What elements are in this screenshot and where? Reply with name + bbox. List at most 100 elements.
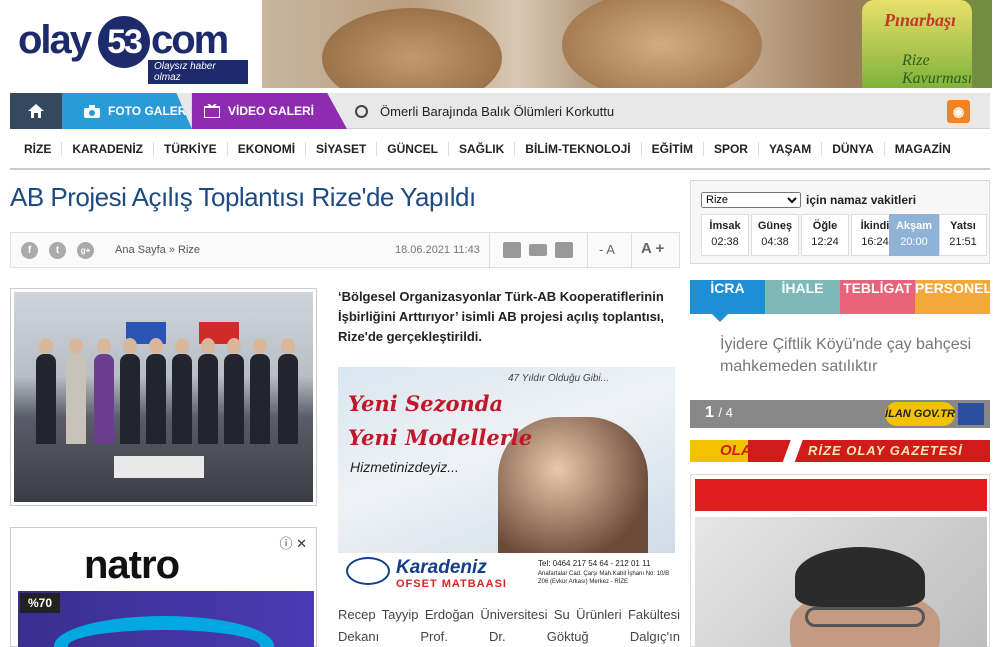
photo-gallery-tab[interactable]: FOTO GALERİ: [62, 93, 192, 129]
category-ekonomi[interactable]: EKONOMİ: [228, 142, 307, 156]
announcement-pager: 1 / 4 İLAN GOV.TR: [690, 400, 990, 428]
banner-brand: Pınarbaşı: [884, 10, 957, 30]
ad-line1: Yeni Sezonda: [348, 391, 504, 416]
news-ticker[interactable]: Ömerli Barajında Balık Ölümleri Korkuttu: [355, 93, 614, 129]
news-box-header: [695, 479, 987, 511]
category-spor[interactable]: SPOR: [704, 142, 759, 156]
breadcrumb: Ana Sayfa » Rize: [115, 244, 200, 256]
video-gallery-tab[interactable]: VİDEO GALERİ: [191, 93, 347, 129]
prayer-time-imsak: İmsak 02:38: [701, 214, 749, 256]
article-date: 18.06.2021 11:43: [395, 244, 480, 256]
tab-tebligat[interactable]: TEBLİGAT: [840, 280, 915, 314]
ad-years: 47 Yıldır Olduğu Gibi...: [508, 373, 609, 384]
font-decrease-button[interactable]: - A: [599, 242, 615, 257]
logo-text-53: 53: [98, 16, 150, 68]
home-icon: [28, 104, 44, 118]
prayer-times-widget: Rize için namaz vakitleri İmsak 02:38 Gün…: [690, 180, 990, 264]
category-yasam[interactable]: YAŞAM: [759, 142, 823, 156]
logo-slogan: Olaysız haber olmaz: [148, 60, 248, 84]
category-rize[interactable]: RİZE: [14, 142, 63, 156]
category-bilim-teknoloji[interactable]: BİLİM-TEKNOLOJİ: [515, 142, 642, 156]
ad-address: Anafartalar Cad. Çarşı Mah.Kabil İşhanı …: [538, 571, 670, 585]
video-gallery-label: VİDEO GALERİ: [228, 104, 315, 118]
ilan-gov-logo[interactable]: İLAN GOV.TR: [885, 402, 955, 426]
home-button[interactable]: [10, 93, 62, 129]
ad-company-sub: OFSET MATBAASI: [396, 578, 507, 590]
meeting-table: [114, 456, 204, 478]
pager-count: 1 / 4: [705, 404, 733, 421]
article-title: AB Projesi Açılış Toplantısı Rize'de Yap…: [10, 182, 476, 212]
prayer-time-gunes: Güneş 04:38: [751, 214, 799, 256]
gazette-icon: [958, 403, 984, 425]
karadeniz-ofset-ad[interactable]: 47 Yıldır Olduğu Gibi... Yeni Sezonda Ye…: [338, 367, 675, 593]
breadcrumb-section[interactable]: Rize: [178, 244, 200, 256]
category-saglik[interactable]: SAĞLIK: [449, 142, 516, 156]
top-nav-bar: FOTO GALERİ VİDEO GALERİ Ömerli Barajınd…: [10, 93, 990, 129]
ad-line2: Yeni Modellerle: [348, 425, 533, 450]
camera-icon: [84, 104, 100, 118]
announcement-tabs: İCRA İHALE TEBLİGAT PERSONEL A: [690, 280, 990, 314]
photo-gallery-label: FOTO GALERİ: [108, 104, 190, 118]
prayer-time-aksam: Akşam 20:00: [889, 214, 939, 256]
logo-text-com: com: [151, 18, 229, 62]
ad-line3: Hizmetinizdeyiz...: [350, 459, 459, 475]
font-increase-button[interactable]: A +: [641, 240, 664, 257]
olay-text: OLAY: [720, 442, 761, 459]
ad-phone: Tel: 0464 217 54 64 - 212 01 11: [538, 559, 651, 568]
mail-icon[interactable]: [529, 244, 547, 256]
tab-indicator: [712, 314, 728, 322]
prayer-time-ogle: Öğle 12:24: [801, 214, 849, 256]
category-guncel[interactable]: GÜNCEL: [377, 142, 449, 156]
rss-icon[interactable]: ◉: [947, 100, 970, 123]
site-logo[interactable]: olay 53 com Olaysız haber olmaz: [18, 14, 248, 84]
banner-product: Rize Kavurması: [902, 52, 973, 87]
article-meta-bar: f t g+ Ana Sayfa » Rize 18.06.2021 11:43…: [10, 232, 680, 269]
tv-icon: [204, 104, 220, 118]
divider: [631, 233, 632, 269]
ticker-headline[interactable]: Ömerli Barajında Balık Ölümleri Korkuttu: [380, 104, 614, 119]
print-icon[interactable]: [555, 242, 573, 258]
category-dunya[interactable]: DÜNYA: [822, 142, 885, 156]
page: olay 53 com Olaysız haber olmaz Pınarbaş…: [0, 0, 1005, 647]
facebook-icon[interactable]: f: [21, 242, 38, 259]
banner-bread-image: [322, 8, 502, 88]
tab-personel[interactable]: PERSONEL A: [915, 280, 990, 314]
announcement-text[interactable]: İyidere Çiftlik Köyü'nde çay bahçesi mah…: [720, 334, 980, 378]
ad-logo-icon: [346, 557, 390, 585]
article-photo-image: [14, 292, 313, 502]
breadcrumb-home[interactable]: Ana Sayfa: [115, 244, 166, 256]
olay-gazetesi-text: RİZE OLAY GAZETESİ: [808, 443, 963, 458]
sidebar-news-box[interactable]: [690, 474, 990, 647]
category-karadeniz[interactable]: KARADENİZ: [62, 142, 155, 156]
breadcrumb-separator: »: [168, 244, 175, 256]
category-magazin[interactable]: MAGAZİN: [885, 142, 961, 156]
logo-text-olay: olay: [18, 18, 92, 62]
article-photo[interactable]: [10, 288, 317, 506]
category-turkiye[interactable]: TÜRKİYE: [154, 142, 228, 156]
category-nav: RİZE KARADENİZ TÜRKİYE EKONOMİ SİYASET G…: [10, 130, 990, 170]
natro-logo: natro: [84, 543, 180, 587]
category-siyaset[interactable]: SİYASET: [306, 142, 378, 156]
tab-icra[interactable]: İCRA: [690, 280, 765, 314]
article-lead: ‘Bölgesel Organizasyonlar Türk-AB Kooper…: [338, 289, 665, 344]
twitter-icon[interactable]: t: [49, 242, 66, 259]
olay-gazetesi-banner[interactable]: OLAY RİZE OLAY GAZETESİ: [690, 440, 990, 462]
prayer-label: için namaz vakitleri: [806, 193, 917, 207]
natro-ad[interactable]: natro ⓘ ✕ %70: [10, 527, 317, 647]
category-egitim[interactable]: EĞİTİM: [642, 142, 704, 156]
ad-close-icon[interactable]: ⓘ ✕: [279, 533, 307, 552]
prayer-time-yatsi: Yatsı 21:51: [939, 214, 987, 256]
top-banner-ad[interactable]: Pınarbaşı Rize Kavurması: [262, 0, 992, 88]
comment-icon[interactable]: [503, 242, 521, 258]
banner-bread-image: [562, 0, 762, 88]
ad-company-name: Karadeniz: [396, 557, 487, 578]
article-body: Recep Tayyip Erdoğan Üniversitesi Su Ürü…: [338, 607, 680, 644]
tab-ihale[interactable]: İHALE: [765, 280, 840, 314]
clock-icon: [355, 104, 368, 118]
news-image: [695, 517, 987, 647]
city-select[interactable]: Rize: [701, 192, 801, 208]
divider: [489, 233, 490, 269]
discount-badge: %70: [20, 593, 61, 613]
google-plus-icon[interactable]: g+: [77, 242, 94, 259]
divider: [587, 233, 588, 269]
